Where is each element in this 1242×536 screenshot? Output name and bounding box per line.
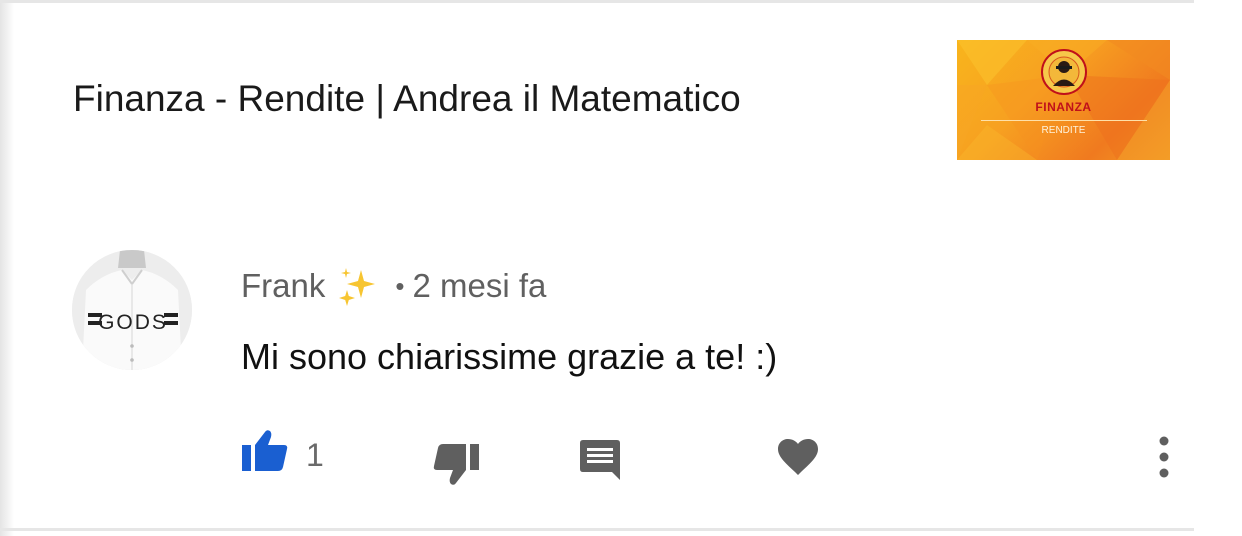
- thumbs-up-icon[interactable]: [241, 428, 289, 472]
- heart-icon[interactable]: [777, 438, 819, 476]
- thumbnail-subtitle: RENDITE: [1041, 125, 1086, 136]
- meta-separator: •: [395, 270, 405, 301]
- channel-logo-icon: [1041, 49, 1087, 95]
- left-edge-shadow: [0, 0, 14, 536]
- more-vert-icon[interactable]: [1156, 436, 1172, 478]
- comment-text: Mi sono chiarissime grazie a te! :): [241, 336, 778, 377]
- avatar[interactable]: GODS: [72, 250, 192, 370]
- comment-header: Frank • 2 mesi fa: [241, 264, 546, 308]
- author-name[interactable]: Frank: [241, 267, 325, 305]
- thumbnail-title: FINANZA: [1035, 100, 1092, 114]
- avatar-image: GODS: [72, 250, 192, 370]
- video-title[interactable]: Finanza - Rendite | Andrea il Matematico: [73, 78, 741, 120]
- video-thumbnail[interactable]: FINANZA RENDITE: [957, 40, 1170, 160]
- sparkles-icon: [339, 268, 376, 306]
- like-count: 1: [306, 437, 324, 473]
- thumbs-down-icon[interactable]: [432, 443, 480, 487]
- top-divider: [0, 0, 1194, 3]
- bottom-divider: [0, 528, 1194, 531]
- comment-icon[interactable]: [579, 439, 621, 481]
- right-margin: [1194, 0, 1242, 536]
- thumbnail-divider: [981, 120, 1147, 121]
- comment-age: 2 mesi fa: [412, 267, 547, 304]
- avatar-print-text: GODS: [98, 311, 168, 334]
- comment-card: Finanza - Rendite | Andrea il Matematico…: [0, 0, 1242, 536]
